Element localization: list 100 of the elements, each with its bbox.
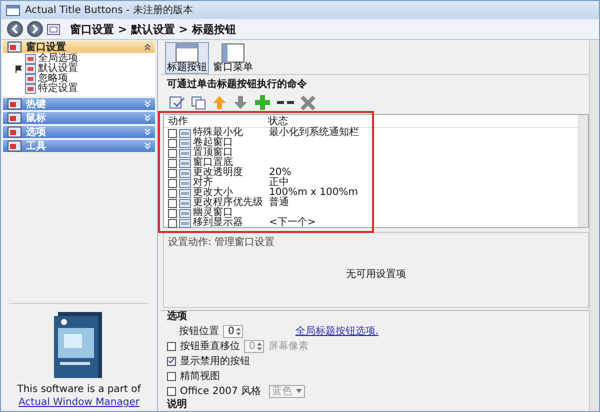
unit-label: 屏幕像素 — [268, 340, 308, 353]
expand-icon — [144, 128, 151, 136]
column-header[interactable]: 状态 — [268, 114, 288, 128]
checkbox[interactable] — [168, 178, 177, 188]
category-icon — [7, 112, 23, 124]
column-header[interactable]: 动作 — [168, 114, 258, 128]
option-label: 精简视图 — [180, 370, 220, 383]
action-icon — [179, 178, 191, 188]
product-link[interactable]: Actual Window Manager — [18, 397, 140, 408]
spin-arrows-icon[interactable] — [257, 342, 262, 350]
action-name: 更改大小 — [193, 188, 233, 198]
spinner-field[interactable]: 0 — [223, 324, 244, 338]
settings-label: 设置动作: 管理窗口设置 — [168, 236, 276, 249]
window-layout-icon — [174, 43, 200, 63]
settings-item-icon — [25, 64, 36, 74]
section-label: 选项 — [26, 126, 47, 139]
action-icon — [179, 128, 191, 138]
settings-item-icon — [25, 74, 36, 84]
window-icon — [47, 24, 60, 34]
checkbox[interactable] — [168, 188, 177, 198]
tab[interactable]: 标题按钮 — [165, 42, 209, 74]
category-icon — [7, 126, 23, 138]
section-label: 窗口设置 — [26, 40, 66, 53]
dropdown-caret-icon — [296, 389, 302, 393]
action-state: 正中 — [269, 178, 289, 188]
app-icon — [6, 4, 20, 16]
promo-text: This software is a part of — [17, 384, 141, 395]
tree-item[interactable]: 默认设置 — [15, 64, 155, 74]
action-name: 更改程序优先级 — [193, 198, 264, 208]
checkbox[interactable] — [167, 342, 176, 350]
options-heading: 选项 — [167, 312, 188, 322]
action-icon — [179, 188, 191, 198]
spin-arrows-icon[interactable] — [236, 326, 242, 336]
expand-icon — [144, 100, 151, 108]
option-label: 按钮位置 — [179, 324, 219, 338]
sidebar-section-header[interactable]: 窗口设置 — [3, 41, 155, 53]
window-layout-icon — [220, 43, 246, 63]
action-icon — [179, 138, 191, 148]
action-name: 窗口置底 — [193, 158, 234, 168]
option-label: 显示禁用的按钮 — [180, 354, 250, 368]
copy-icon[interactable] — [191, 96, 206, 110]
delete-icon[interactable] — [300, 94, 316, 110]
checkbox[interactable] — [168, 168, 177, 178]
collapse-icon — [144, 43, 151, 51]
action-name: 幽灵窗口 — [193, 208, 233, 218]
action-state: <下一个> — [269, 218, 316, 228]
separator-icon[interactable] — [277, 100, 294, 106]
category-icon — [7, 140, 23, 152]
tree-item[interactable]: 特定设置 — [15, 84, 155, 94]
window-title: Actual Title Buttons - 未注册的版本 — [25, 4, 193, 17]
checkbox[interactable] — [167, 356, 176, 366]
empty-message: 无可用设置项 — [346, 268, 406, 281]
tab[interactable]: 窗口菜单 — [211, 42, 255, 74]
check-list-icon[interactable] — [169, 96, 185, 110]
action-name: 更改透明度 — [193, 168, 244, 178]
checkbox[interactable] — [168, 198, 177, 208]
option-label: 按钮垂直移位 — [180, 340, 240, 353]
tree-item[interactable]: 忽略项 — [15, 74, 155, 84]
action-name: 移到显示器 — [193, 218, 244, 228]
expand-icon — [144, 114, 151, 122]
scrollbar[interactable] — [589, 40, 599, 411]
action-state: 普通 — [269, 198, 289, 208]
checkbox[interactable] — [168, 208, 177, 218]
forward-button[interactable] — [27, 21, 43, 37]
checkbox[interactable] — [167, 386, 176, 396]
checkbox[interactable] — [168, 158, 177, 168]
action-icon — [179, 198, 191, 208]
software-box-drawing — [54, 312, 104, 378]
action-name: 置顶窗口 — [193, 148, 234, 158]
tree-item[interactable]: 全局选项 — [15, 54, 155, 64]
action-icon — [179, 158, 191, 168]
category-icon — [7, 98, 23, 110]
section-label: 热键 — [26, 98, 47, 111]
action-icon — [179, 218, 191, 228]
commands-heading: 可通过单击标题按钮执行的命令 — [161, 74, 589, 93]
action-state: 20% — [269, 168, 292, 178]
settings-item-icon — [25, 54, 36, 64]
checkbox[interactable] — [168, 148, 177, 158]
action-icon — [179, 208, 191, 218]
section-label: 鼠标 — [26, 112, 47, 125]
flag-icon — [15, 65, 22, 73]
checkbox[interactable] — [168, 138, 177, 148]
checkbox[interactable] — [168, 128, 177, 138]
section-label: 工具 — [26, 140, 47, 153]
action-state: 最小化到系统通知栏 — [269, 128, 359, 138]
scrollbar[interactable] — [578, 115, 588, 227]
expand-icon — [144, 142, 151, 150]
action-name: 卷起窗口 — [193, 138, 234, 148]
settings-item-icon — [25, 84, 36, 94]
action-icon — [179, 148, 191, 158]
arrow-down-icon[interactable] — [233, 95, 248, 110]
action-icon — [179, 168, 191, 178]
action-name: 对齐 — [193, 178, 214, 188]
description-heading: 说明 — [167, 400, 188, 410]
checkbox[interactable] — [167, 372, 176, 380]
global-options-link[interactable]: 全局标题按钮选项. — [295, 324, 379, 338]
back-button[interactable] — [7, 21, 23, 37]
breadcrumb: 窗口设置 > 默认设置 > 标题按钮 — [70, 22, 236, 36]
checkbox[interactable] — [168, 218, 177, 228]
action-name: 特殊最小化 — [193, 128, 244, 138]
